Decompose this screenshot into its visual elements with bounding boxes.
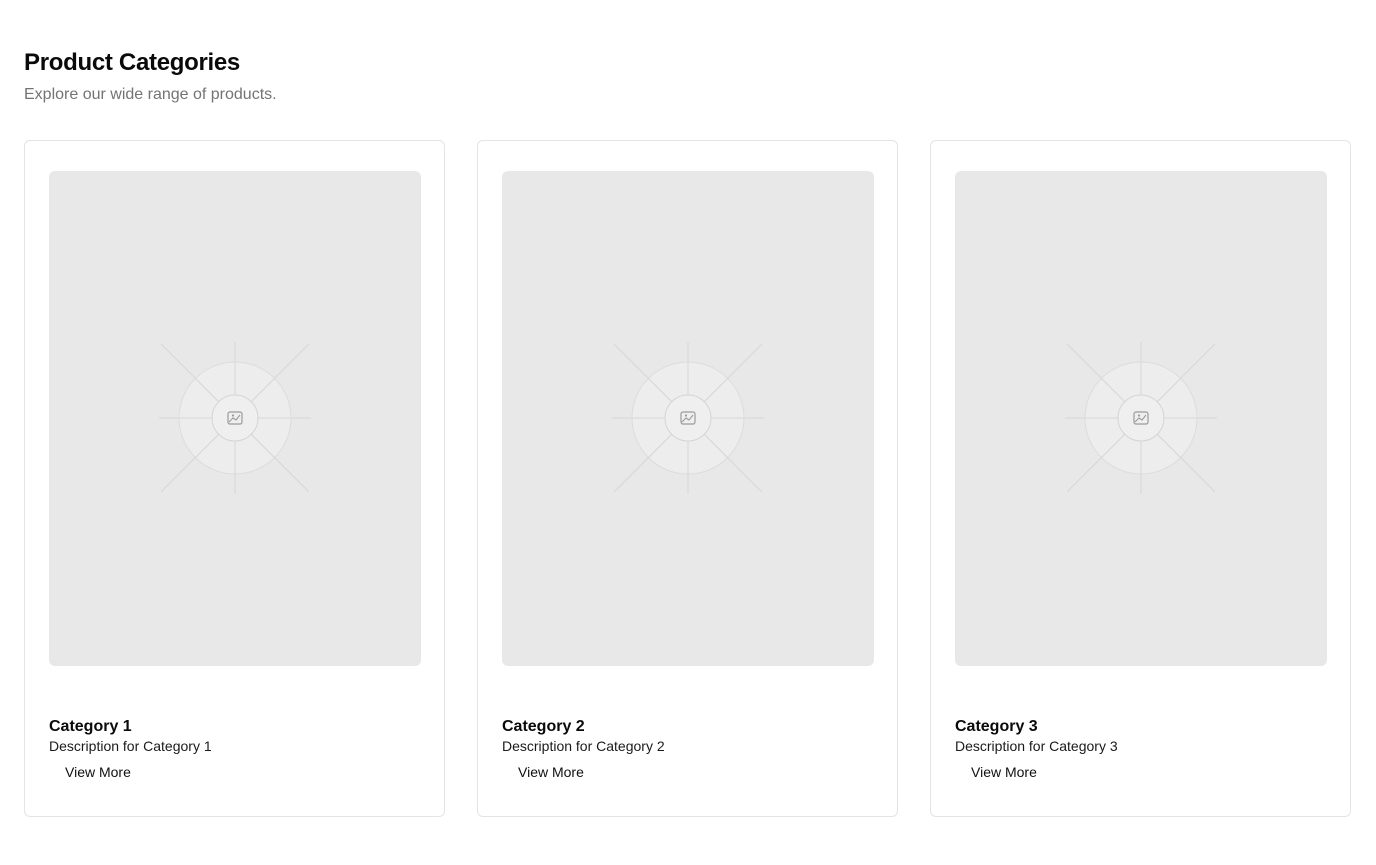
category-title: Category 2 (502, 718, 585, 735)
category-title: Category 1 (49, 718, 132, 735)
page: Product Categories Explore our wide rang… (0, 0, 1376, 865)
category-description: Description for Category 3 (955, 738, 1118, 754)
category-card: Category 1 Description for Category 1 Vi… (24, 140, 445, 817)
category-card: Category 3 Description for Category 3 Vi… (930, 140, 1351, 817)
page-title: Product Categories (24, 49, 240, 76)
category-image-placeholder (502, 171, 874, 666)
category-image-placeholder (49, 171, 421, 666)
category-description: Description for Category 2 (502, 738, 665, 754)
category-grid: Category 1 Description for Category 1 Vi… (24, 140, 1351, 817)
category-title: Category 3 (955, 718, 1038, 735)
category-description: Description for Category 1 (49, 738, 212, 754)
category-card: Category 2 Description for Category 2 Vi… (477, 140, 898, 817)
view-more-button[interactable]: View More (502, 759, 600, 785)
image-placeholder-icon (1065, 342, 1217, 494)
category-image-placeholder (955, 171, 1327, 666)
view-more-button[interactable]: View More (955, 759, 1053, 785)
view-more-button[interactable]: View More (49, 759, 147, 785)
page-subtitle: Explore our wide range of products. (24, 86, 277, 103)
page-header: Product Categories Explore our wide rang… (24, 48, 277, 106)
image-placeholder-icon (612, 342, 764, 494)
image-placeholder-icon (159, 342, 311, 494)
